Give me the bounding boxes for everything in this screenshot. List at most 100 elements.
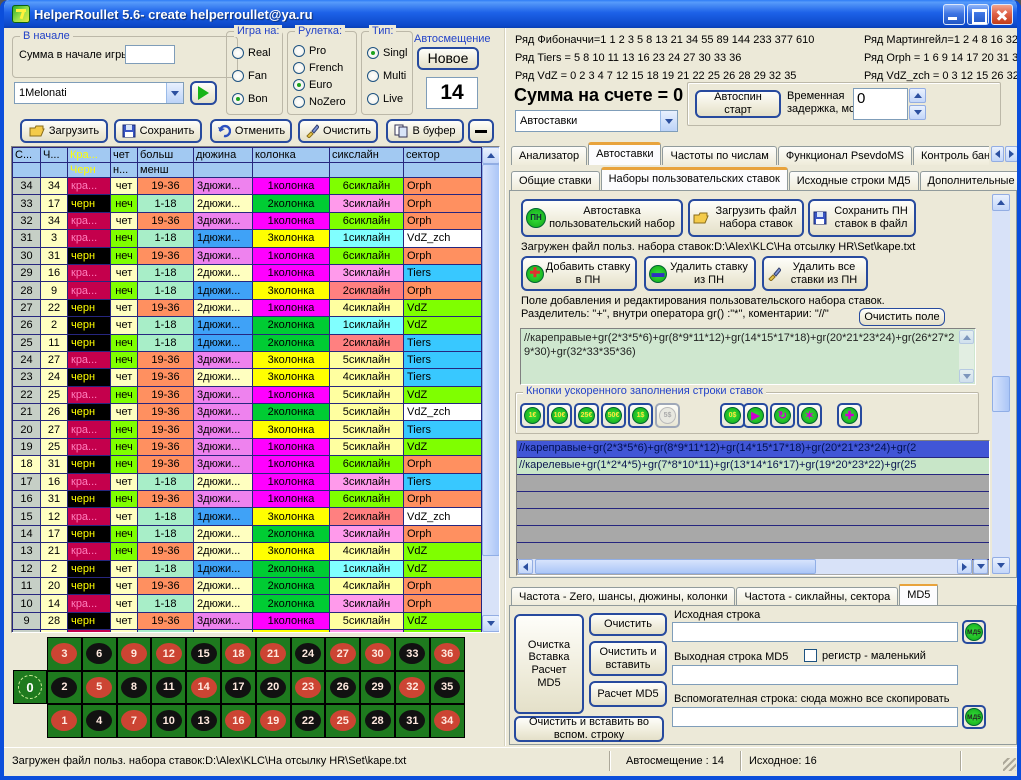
md5-clear-button[interactable]: Очистить — [589, 613, 667, 636]
scroll-up-icon[interactable] — [959, 330, 974, 344]
board-cell-29[interactable]: 29 — [360, 671, 395, 705]
md5-run-icon[interactable]: МД5 — [962, 620, 986, 644]
board-cell-16[interactable]: 16 — [221, 704, 256, 738]
bet-list-item[interactable]: //карелевые+gr(1*2*4*5)+gr(7*8*10*11)+gr… — [517, 458, 989, 475]
sub-tab-4[interactable]: Дополнительные — [920, 171, 1018, 190]
radio-pro[interactable]: Pro — [293, 45, 356, 57]
save-set-file-button[interactable]: Сохранить ПН ставок в файл — [808, 199, 916, 237]
clear-button[interactable]: Очистить — [298, 119, 378, 143]
autospin-start-button[interactable]: Автоспин старт — [695, 90, 781, 118]
chip-button-10€[interactable]: 10€ — [547, 403, 572, 428]
board-cell-10[interactable]: 10 — [151, 704, 186, 738]
column-header[interactable] — [253, 163, 330, 178]
column-header[interactable]: больш — [138, 148, 194, 163]
md5-calc-button[interactable]: Расчет MD5 — [589, 681, 667, 707]
scroll-right-icon[interactable] — [957, 559, 972, 574]
chip-button-0$[interactable]: 0$ — [720, 403, 745, 428]
target-chip-button[interactable]: ✚ — [837, 403, 862, 428]
autobets-combo[interactable]: Автоставки — [515, 110, 678, 132]
board-cell-13[interactable]: 13 — [186, 704, 221, 738]
board-cell-36[interactable]: 36 — [430, 637, 465, 671]
board-cell-4[interactable]: 4 — [82, 704, 117, 738]
scroll-up-icon[interactable] — [482, 147, 500, 164]
star-chip-button[interactable]: ✶ — [797, 403, 822, 428]
play-chip-button[interactable]: ▶ — [743, 403, 768, 428]
chip-button-50€[interactable]: 50€ — [601, 403, 626, 428]
bet-list-empty-item[interactable] — [517, 509, 989, 526]
column-header[interactable]: сикслайн — [330, 148, 404, 163]
md5-big-button[interactable]: Очистка Вставка Расчет MD5 — [514, 614, 584, 714]
scroll-thumb[interactable] — [482, 164, 500, 556]
freq-tab-3[interactable]: MD5 — [899, 584, 938, 606]
bet-list-empty-item[interactable] — [517, 543, 989, 560]
md5-output-input[interactable] — [672, 665, 958, 685]
scroll-left-icon[interactable] — [518, 559, 533, 574]
board-cell-19[interactable]: 19 — [256, 704, 291, 738]
chip-button-1€[interactable]: 1€ — [520, 403, 545, 428]
radio-real[interactable]: Real — [232, 47, 282, 59]
load-set-file-button[interactable]: Загрузить файл набора ставок — [688, 199, 804, 237]
column-header[interactable]: Черн — [68, 163, 111, 178]
scroll-down-icon[interactable] — [992, 557, 1010, 574]
panel-scrollbar[interactable] — [992, 194, 1010, 574]
freq-tab-2[interactable]: Частота - сиклайны, сектора — [736, 587, 898, 606]
edit-field-scrollbar[interactable] — [959, 330, 974, 383]
main-tab-4[interactable]: Функционал PsevdoMS — [778, 146, 912, 165]
load-button[interactable]: Загрузить — [20, 119, 108, 143]
bet-list-empty-item[interactable] — [517, 492, 989, 509]
radio-live[interactable]: Live — [367, 93, 412, 105]
column-header[interactable]: менш — [138, 163, 194, 178]
column-header[interactable]: дюжина — [194, 148, 253, 163]
board-cell-33[interactable]: 33 — [395, 637, 430, 671]
board-cell-22[interactable]: 22 — [291, 704, 326, 738]
column-header[interactable] — [404, 163, 482, 178]
collapse-button[interactable] — [468, 119, 494, 143]
board-cell-25[interactable]: 25 — [325, 704, 360, 738]
board-cell-32[interactable]: 32 — [395, 671, 430, 705]
board-cell-14[interactable]: 14 — [186, 671, 221, 705]
scroll-down-icon[interactable] — [973, 559, 988, 574]
save-button[interactable]: Сохранить — [114, 119, 202, 143]
column-header[interactable]: сектор — [404, 148, 482, 163]
board-zero-cell[interactable]: 0 — [13, 670, 47, 704]
board-cell-35[interactable]: 35 — [430, 671, 465, 705]
bet-edit-field[interactable]: //кареправые+gr(2*3*5*6)+gr(8*9*11*12)+g… — [520, 328, 976, 385]
delay-input[interactable]: 0 — [853, 88, 908, 120]
radio-singl[interactable]: Singl — [367, 47, 412, 59]
board-cell-12[interactable]: 12 — [151, 637, 186, 671]
history-scrollbar[interactable] — [482, 147, 500, 632]
undo-button[interactable]: Отменить — [210, 119, 292, 143]
freq-tab-1[interactable]: Частота - Zero, шансы, дюжины, колонки — [511, 587, 735, 606]
add-bet-button[interactable]: ✚ Добавить ставку в ПН — [521, 256, 637, 291]
radio-french[interactable]: French — [293, 62, 356, 74]
board-cell-18[interactable]: 18 — [221, 637, 256, 671]
run-strategy-button[interactable] — [190, 81, 217, 105]
sub-tab-3[interactable]: Исходные строки МД5 — [789, 171, 919, 190]
board-cell-1[interactable]: 1 — [47, 704, 82, 738]
board-cell-26[interactable]: 26 — [325, 671, 360, 705]
main-tab-5[interactable]: Контроль банкролла — [913, 146, 989, 165]
radio-fan[interactable]: Fan — [232, 70, 282, 82]
md5-aux-input[interactable] — [672, 707, 958, 727]
radio-multi[interactable]: Multi — [367, 70, 412, 82]
board-cell-17[interactable]: 17 — [221, 671, 256, 705]
column-header[interactable]: С... — [13, 148, 41, 163]
radio-euro[interactable]: Euro — [293, 79, 356, 91]
md5-aux-run-icon[interactable]: МД5 — [962, 705, 986, 729]
sub-tab-1[interactable]: Общие ставки — [511, 171, 600, 190]
column-header[interactable] — [330, 163, 404, 178]
board-cell-21[interactable]: 21 — [256, 637, 291, 671]
board-cell-7[interactable]: 7 — [117, 704, 152, 738]
bet-list[interactable]: //кареправые+gr(2*3*5*6)+gr(8*9*11*12)+g… — [516, 440, 990, 576]
board-cell-6[interactable]: 6 — [82, 637, 117, 671]
delay-spinner[interactable] — [909, 88, 926, 120]
board-cell-20[interactable]: 20 — [256, 671, 291, 705]
board-cell-5[interactable]: 5 — [82, 671, 117, 705]
resize-grip[interactable] — [1003, 758, 1016, 771]
title-bar[interactable]: HelperRoullet 5.6- create helperroullet@… — [4, 0, 1017, 28]
chevron-down-icon[interactable] — [660, 111, 677, 131]
tab-scroll-left-icon[interactable] — [991, 146, 1004, 162]
autoshift-new-button[interactable]: Новое — [417, 47, 479, 70]
main-tab-3[interactable]: Частоты по числам — [662, 146, 776, 165]
start-sum-input[interactable] — [125, 45, 175, 64]
